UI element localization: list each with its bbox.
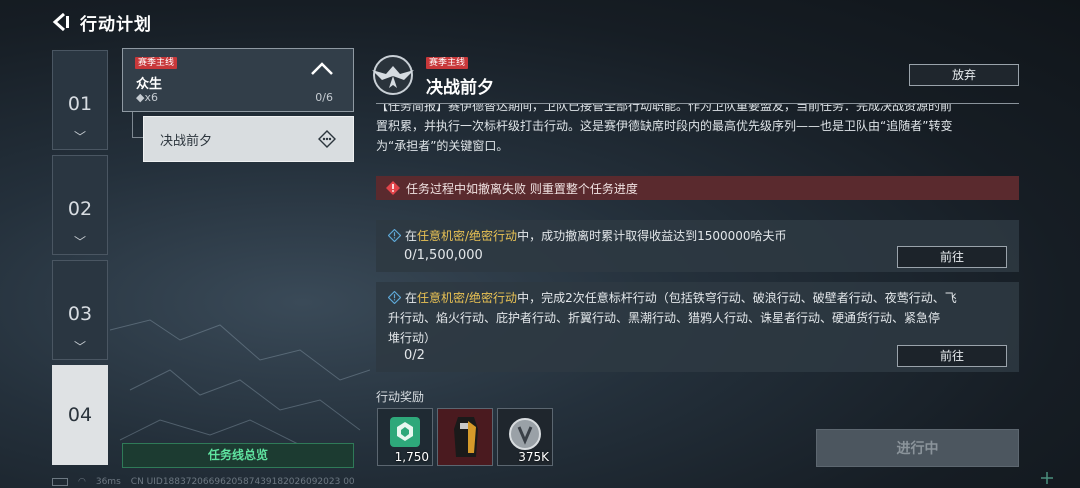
warning-text: 任务过程中如撤离失败 则重置整个任务进度 <box>406 181 638 196</box>
reward-item[interactable] <box>437 408 493 466</box>
chapter-number: 03 <box>67 303 93 325</box>
description-line: 为“承担者”的关键窗口。 <box>376 139 509 153</box>
mission-reward: ◆x6 <box>136 91 158 104</box>
chapter-tab-01[interactable]: 01 ﹀ <box>52 50 108 150</box>
objective-progress: 0/1,500,000 <box>404 248 483 263</box>
mission-card[interactable]: 赛季主线 众生 ◆x6 0/6 <box>122 48 354 112</box>
plus-icon <box>1040 470 1054 484</box>
uid-text: CN UID1883720669620587439182026092023 00 <box>130 477 355 487</box>
chapter-number: 04 <box>67 404 93 426</box>
detail-title: 决战前夕 <box>426 78 494 98</box>
objective-card: 在任意机密/绝密行动中，成功撤离时累计取得收益达到1500000哈夫币 0/1,… <box>376 220 1019 272</box>
objective-highlight: 任意机密/绝密行动 <box>417 291 518 305</box>
wifi-icon: ◠ <box>78 477 86 487</box>
description-line: 【任务简报】赛伊德替达期间，卫队已接管全部行动职能。作为卫队重要盟友，当前任务：… <box>376 104 953 113</box>
mission-name: 众生 <box>136 77 163 92</box>
chevron-down-icon: ﹀ <box>73 340 86 354</box>
mission-overview-button[interactable]: 任务线总览 <box>122 443 354 468</box>
objective-card: 在任意机密/绝密行动中，完成2次任意标杆行动（包括铁穹行动、破浪行动、破壁者行动… <box>376 282 1019 372</box>
mission-description[interactable]: 【任务简报】赛伊德替达期间，卫队已接管全部行动职能。作为卫队重要盟友，当前任务：… <box>376 104 1020 166</box>
chevron-down-icon: ﹀ <box>73 235 86 249</box>
back-arrow-icon[interactable] <box>52 12 70 32</box>
warning-bar: 任务过程中如撤离失败 则重置整个任务进度 <box>376 176 1019 200</box>
reward-amount: 1,750 <box>394 450 429 464</box>
page-title: 行动计划 <box>80 14 152 35</box>
goto-button[interactable]: 前往 <box>897 246 1007 268</box>
in-progress-button[interactable]: 进行中 <box>816 429 1019 467</box>
description-line: 置积累，并执行一次标杆级打击行动。这是赛伊德缺席时段内的最高优先级序列——也是卫… <box>376 119 953 133</box>
rewards-label: 行动奖励 <box>376 390 425 404</box>
mission-progress: 0/6 <box>315 91 333 104</box>
eagle-emblem-icon <box>372 55 414 95</box>
chapter-number: 02 <box>67 198 93 220</box>
chevron-up-icon[interactable] <box>309 59 335 79</box>
sub-mission-name: 决战前夕 <box>160 133 213 149</box>
sub-mission-item[interactable]: 决战前夕 <box>143 116 354 162</box>
chapter-tab-04[interactable]: 04 <box>52 365 108 465</box>
status-bar: ◠ 36ms CN UID188372066962058743918202609… <box>52 476 355 488</box>
chevron-down-icon: ﹀ <box>73 130 86 144</box>
objective-highlight: 任意机密/绝密行动 <box>417 229 518 243</box>
chapter-number: 01 <box>67 93 93 115</box>
info-icon <box>387 228 402 243</box>
chapter-tab-02[interactable]: 02 ﹀ <box>52 155 108 255</box>
reward-item[interactable]: 375K <box>497 408 553 466</box>
diamond-target-icon <box>317 129 337 149</box>
outfit-icon <box>454 417 478 457</box>
ping-text: 36ms <box>95 477 121 487</box>
info-icon <box>387 290 402 305</box>
season-main-tag: 赛季主线 <box>135 57 178 69</box>
background-art <box>110 319 370 451</box>
objective-text: 在任意机密/绝密行动中，成功撤离时累计取得收益达到1500000哈夫币 <box>387 226 1007 246</box>
reward-amount: 375K <box>518 450 549 464</box>
season-main-tag: 赛季主线 <box>426 57 469 69</box>
objective-text: 在任意机密/绝密行动中，完成2次任意标杆行动（包括铁穹行动、破浪行动、破壁者行动… <box>387 290 957 345</box>
header: 行动计划 <box>52 10 152 35</box>
reward-item[interactable]: 1,750 <box>377 408 433 466</box>
goto-button[interactable]: 前往 <box>897 345 1007 367</box>
warning-icon <box>386 181 400 195</box>
objective-progress: 0/2 <box>404 348 425 363</box>
chapter-tab-03[interactable]: 03 ﹀ <box>52 260 108 360</box>
abandon-button[interactable]: 放弃 <box>909 64 1019 86</box>
battery-icon <box>52 478 68 486</box>
